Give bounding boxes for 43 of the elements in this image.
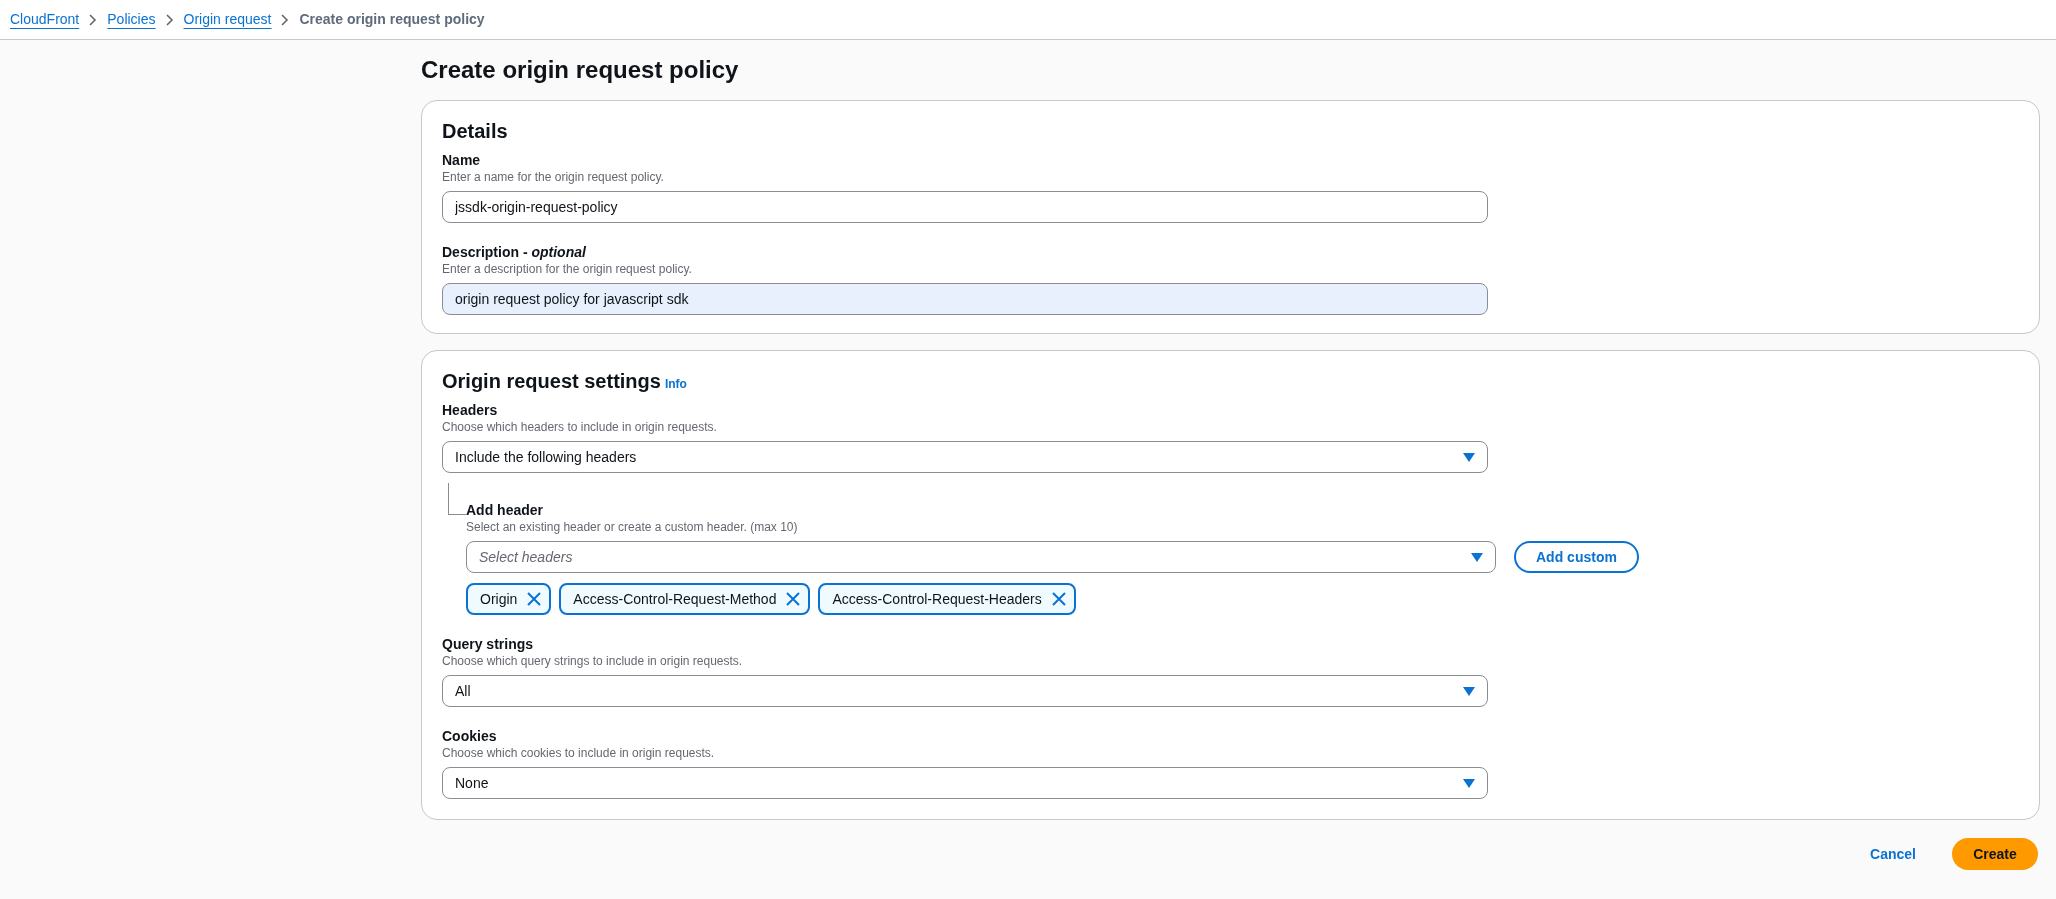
create-button[interactable]: Create bbox=[1952, 838, 2038, 870]
chevron-right-icon bbox=[89, 13, 98, 26]
breadcrumb-link[interactable]: Policies bbox=[107, 9, 156, 30]
field-label: Cookies bbox=[442, 727, 498, 745]
close-icon[interactable] bbox=[786, 592, 801, 606]
field-hint: Enter a description for the origin request policy. bbox=[442, 261, 693, 277]
close-icon[interactable] bbox=[527, 592, 542, 606]
field-label: Name bbox=[442, 151, 482, 169]
chevron-right-icon bbox=[281, 13, 290, 26]
caret-icon bbox=[1463, 686, 1475, 696]
dropdown-field[interactable]: Include the following headers bbox=[442, 441, 1488, 473]
header-token: Origin bbox=[466, 583, 552, 615]
field-hint: Select an existing header or create a custom header. (max 10) bbox=[466, 519, 799, 535]
field-hint: Choose which cookies to include in origin requests. bbox=[442, 745, 716, 761]
chevron-right-icon bbox=[165, 13, 174, 26]
card-title: Details bbox=[442, 119, 509, 143]
add-custom-button[interactable]: Add custom bbox=[1514, 541, 1639, 573]
dropdown-field[interactable]: All bbox=[442, 675, 1488, 707]
dropdown-field[interactable]: Select headers bbox=[466, 541, 1496, 573]
card-title: Origin request settings bbox=[442, 369, 661, 393]
field-label: Headers bbox=[442, 401, 499, 419]
field-label: Add header bbox=[466, 501, 544, 519]
field-hint: Enter a name for the origin request policy. bbox=[442, 169, 665, 185]
caret-icon bbox=[1463, 452, 1475, 462]
breadcrumb-link[interactable]: Origin request bbox=[183, 9, 272, 30]
dropdown-field[interactable]: None bbox=[442, 767, 1488, 799]
breadcrumb-current: Create origin request policy bbox=[299, 10, 485, 29]
text-input[interactable]: origin request policy for javascript sdk bbox=[442, 283, 1488, 315]
tree-connector-line bbox=[448, 483, 466, 515]
close-icon[interactable] bbox=[1051, 592, 1066, 606]
header-token: Access-Control-Request-Method bbox=[559, 583, 811, 615]
caret-icon bbox=[1471, 552, 1483, 562]
breadcrumb-link[interactable]: CloudFront bbox=[10, 9, 80, 30]
page-title: Create origin request policy bbox=[421, 55, 740, 85]
cancel-button[interactable]: Cancel bbox=[1864, 838, 1922, 870]
text-input[interactable]: jssdk-origin-request-policy bbox=[442, 191, 1488, 223]
field-label: Query strings bbox=[442, 635, 535, 653]
field-label: Description - optional bbox=[442, 243, 587, 261]
info-link[interactable]: Info bbox=[664, 375, 687, 393]
field-hint: Choose which headers to include in origin requests. bbox=[442, 419, 718, 435]
header-token: Access-Control-Request-Headers bbox=[818, 583, 1076, 615]
caret-icon bbox=[1463, 778, 1475, 788]
field-hint: Choose which query strings to include in origin requests. bbox=[442, 653, 744, 669]
